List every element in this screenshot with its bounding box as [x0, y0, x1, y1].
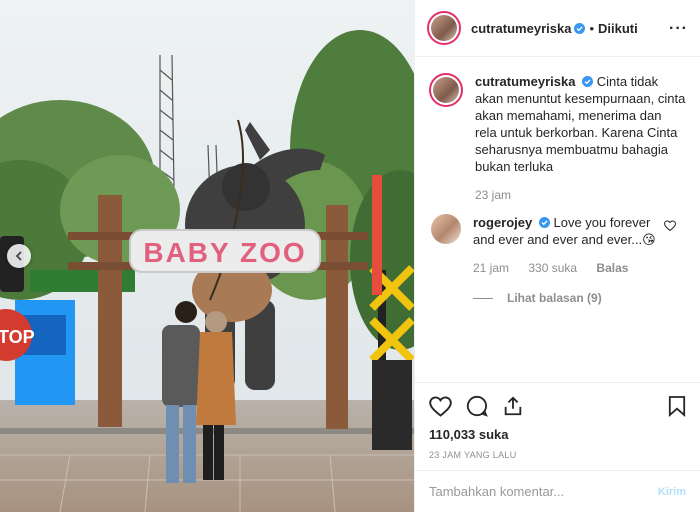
- post-details-panel: cutratumeyriska • Diikuti ··· cutratumey…: [414, 0, 700, 512]
- post-header: cutratumeyriska • Diikuti ···: [415, 0, 700, 57]
- caption: cutratumeyriska Cinta tidak akan menuntu…: [429, 73, 686, 204]
- share-icon[interactable]: [502, 395, 524, 417]
- verified-badge-icon: [574, 22, 586, 34]
- baby-zoo-sign-text: BABY ZOO: [143, 237, 306, 268]
- verified-badge-icon: [582, 76, 594, 87]
- comments-section: cutratumeyriska Cinta tidak akan menuntu…: [415, 57, 700, 382]
- comment-icon[interactable]: [466, 395, 488, 417]
- avatar[interactable]: [427, 11, 461, 45]
- separator-dot: •: [589, 20, 595, 36]
- post-comment-button[interactable]: Kirim: [658, 486, 686, 498]
- post-photo: BABY ZOO TOP: [0, 0, 414, 512]
- view-replies-label: Lihat balasan (9): [507, 291, 602, 305]
- post-time-ago: 23 JAM YANG LALU: [429, 450, 517, 460]
- previous-photo-button[interactable]: [7, 244, 31, 268]
- caption-username[interactable]: cutratumeyriska: [475, 74, 575, 89]
- header-username[interactable]: cutratumeyriska: [471, 21, 571, 36]
- caption-text: Cinta tidak akan menuntut kesempurnaan, …: [475, 74, 686, 174]
- follow-status-button[interactable]: Diikuti: [598, 21, 638, 36]
- like-heart-icon[interactable]: [429, 395, 452, 417]
- more-options-icon[interactable]: ···: [669, 20, 688, 38]
- add-comment-bar: Kirim: [415, 470, 700, 512]
- bookmark-icon[interactable]: [668, 395, 686, 417]
- add-comment-input[interactable]: [429, 484, 658, 499]
- chevron-left-icon: [15, 251, 22, 261]
- comment-likes[interactable]: 330 suka: [528, 261, 577, 275]
- like-count[interactable]: 110,033 suka: [429, 427, 686, 442]
- caption-time: 23 jam: [475, 188, 512, 202]
- reply-button[interactable]: Balas: [596, 261, 628, 275]
- comment-avatar[interactable]: [431, 214, 461, 244]
- caption-avatar[interactable]: [429, 73, 463, 107]
- comment-time: 21 jam: [473, 261, 510, 275]
- heart-icon[interactable]: [664, 220, 676, 232]
- baby-zoo-photo: BABY ZOO TOP: [0, 0, 414, 512]
- comment-item: rogerojey Love you forever and ever and …: [429, 214, 686, 277]
- replies-divider: [473, 297, 493, 299]
- post-actions: 110,033 suka 23 JAM YANG LALU: [415, 382, 700, 460]
- comment-username[interactable]: rogerojey: [473, 215, 532, 230]
- view-replies-button[interactable]: Lihat balasan (9): [473, 291, 686, 305]
- stop-sign-text: TOP: [0, 327, 35, 347]
- verified-badge-icon: [538, 217, 550, 228]
